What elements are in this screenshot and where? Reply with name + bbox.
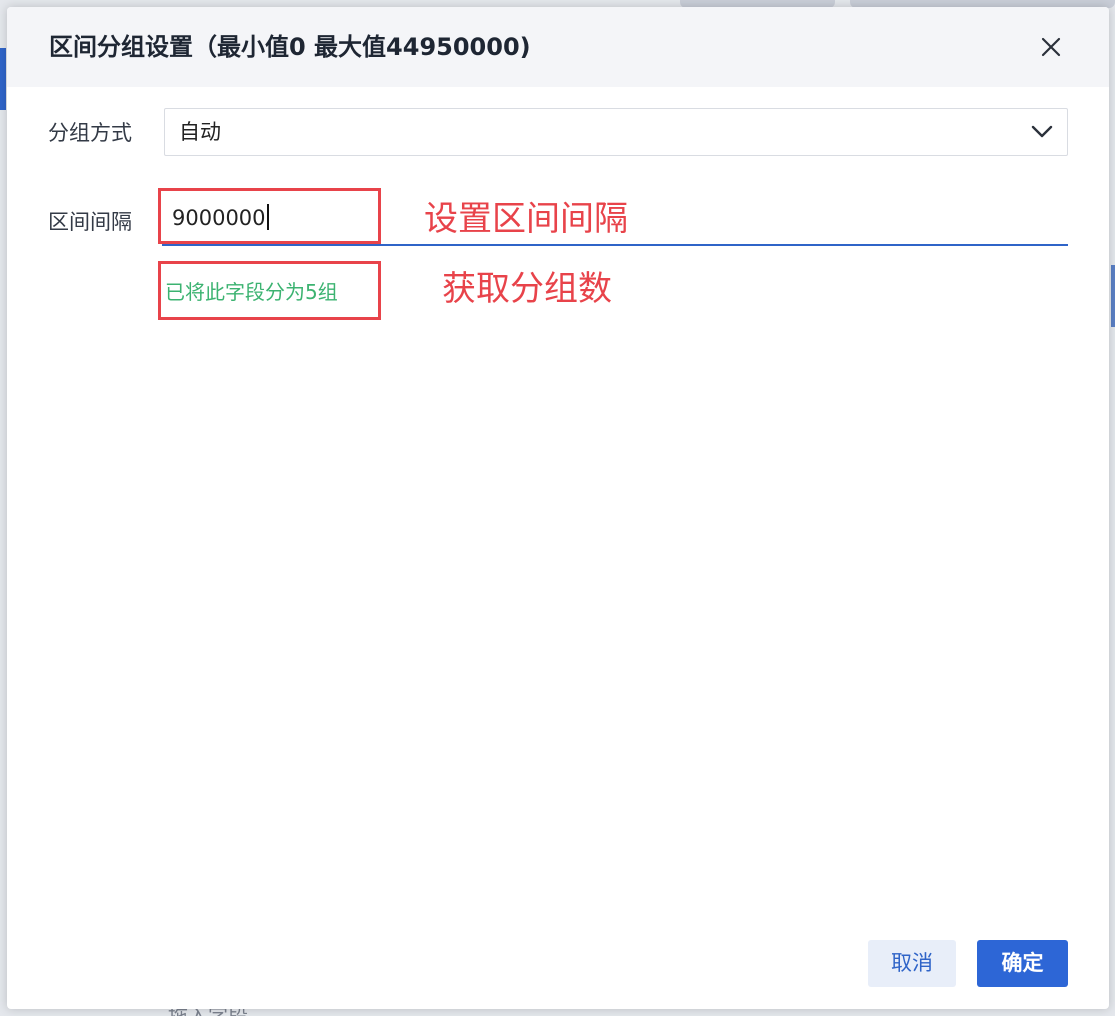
text-caret <box>266 204 269 230</box>
annotation-get-group-count: 获取分组数 <box>442 269 612 309</box>
interval-label: 区间间隔 <box>48 210 132 234</box>
interval-input-text: 9000000 <box>172 203 269 233</box>
group-setting-dialog: 区间分组设置（最小值0 最大值44950000) 分组方式 自动 区间间隔 90… <box>7 7 1109 1009</box>
group-mode-select[interactable]: 自动 <box>164 108 1068 156</box>
cancel-button[interactable]: 取消 <box>868 940 956 987</box>
annotation-set-interval: 设置区间间隔 <box>424 199 628 239</box>
confirm-button[interactable]: 确定 <box>977 940 1068 987</box>
chevron-down-icon <box>1031 125 1053 138</box>
group-mode-label: 分组方式 <box>48 121 132 145</box>
close-icon <box>1041 37 1061 57</box>
dialog-header: 区间分组设置（最小值0 最大值44950000) <box>7 7 1109 87</box>
group-count-hint: 已将此字段分为5组 <box>165 280 338 304</box>
background-accent <box>0 48 6 110</box>
interval-value: 9000000 <box>172 206 266 230</box>
group-mode-value: 自动 <box>179 120 221 144</box>
dialog-title: 区间分组设置（最小值0 最大值44950000) <box>49 33 531 61</box>
background-accent <box>1111 265 1115 327</box>
close-button[interactable] <box>1037 33 1065 61</box>
